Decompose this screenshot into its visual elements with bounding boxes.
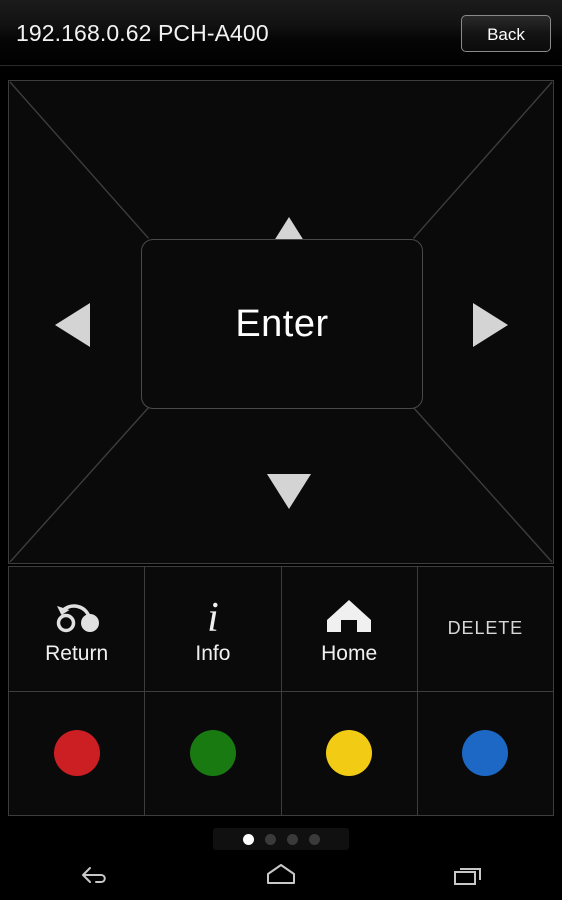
info-button[interactable]: i Info xyxy=(145,567,281,691)
return-arrow-icon xyxy=(52,592,102,640)
page-indicator[interactable] xyxy=(213,828,349,850)
info-button-label: Info xyxy=(195,641,231,665)
delete-button[interactable]: DELETE xyxy=(417,567,553,691)
page-title: 192.168.0.62 PCH-A400 xyxy=(16,20,269,46)
red-dot-icon xyxy=(53,730,100,777)
green-dot-icon xyxy=(189,730,236,777)
color-button-yellow[interactable] xyxy=(281,691,417,815)
color-button-green[interactable] xyxy=(145,691,281,815)
blue-dot-icon xyxy=(462,730,509,777)
back-button[interactable]: Back xyxy=(461,15,551,52)
page-dot[interactable] xyxy=(242,833,254,845)
android-home-button[interactable] xyxy=(226,850,336,900)
enter-button-label: Enter xyxy=(235,302,329,345)
android-nav-bar xyxy=(0,850,562,900)
triangle-left-icon[interactable] xyxy=(55,303,90,347)
android-recents-button[interactable] xyxy=(413,850,523,900)
page-dot[interactable] xyxy=(308,833,320,845)
return-button-label: Return xyxy=(45,641,109,665)
house-icon xyxy=(325,592,373,640)
android-home-icon xyxy=(266,864,295,884)
title-bar: 192.168.0.62 PCH-A400 Back xyxy=(0,0,562,66)
svg-text:i: i xyxy=(207,595,219,637)
return-button[interactable]: Return xyxy=(9,567,145,691)
info-italic-i-icon: i xyxy=(193,592,233,640)
android-back-icon xyxy=(81,867,106,883)
delete-button-label: DELETE xyxy=(447,618,524,639)
remote-control-screen: 192.168.0.62 PCH-A400 Back Enter Return … xyxy=(0,0,562,900)
page-dot[interactable] xyxy=(286,833,298,845)
color-button-red[interactable] xyxy=(9,691,145,815)
function-button-grid: Return i Info Home DELETE xyxy=(8,566,554,816)
color-button-blue[interactable] xyxy=(417,691,553,815)
dpad-panel: Enter xyxy=(8,80,554,564)
triangle-down-icon[interactable] xyxy=(267,474,311,509)
page-dot[interactable] xyxy=(264,833,276,845)
triangle-right-icon[interactable] xyxy=(473,303,508,347)
home-button-label: Home xyxy=(321,641,378,665)
android-back-button[interactable] xyxy=(39,850,149,900)
android-recents-icon xyxy=(454,868,482,885)
yellow-dot-icon xyxy=(326,730,373,777)
home-button[interactable]: Home xyxy=(281,567,417,691)
enter-button[interactable]: Enter xyxy=(141,239,423,409)
